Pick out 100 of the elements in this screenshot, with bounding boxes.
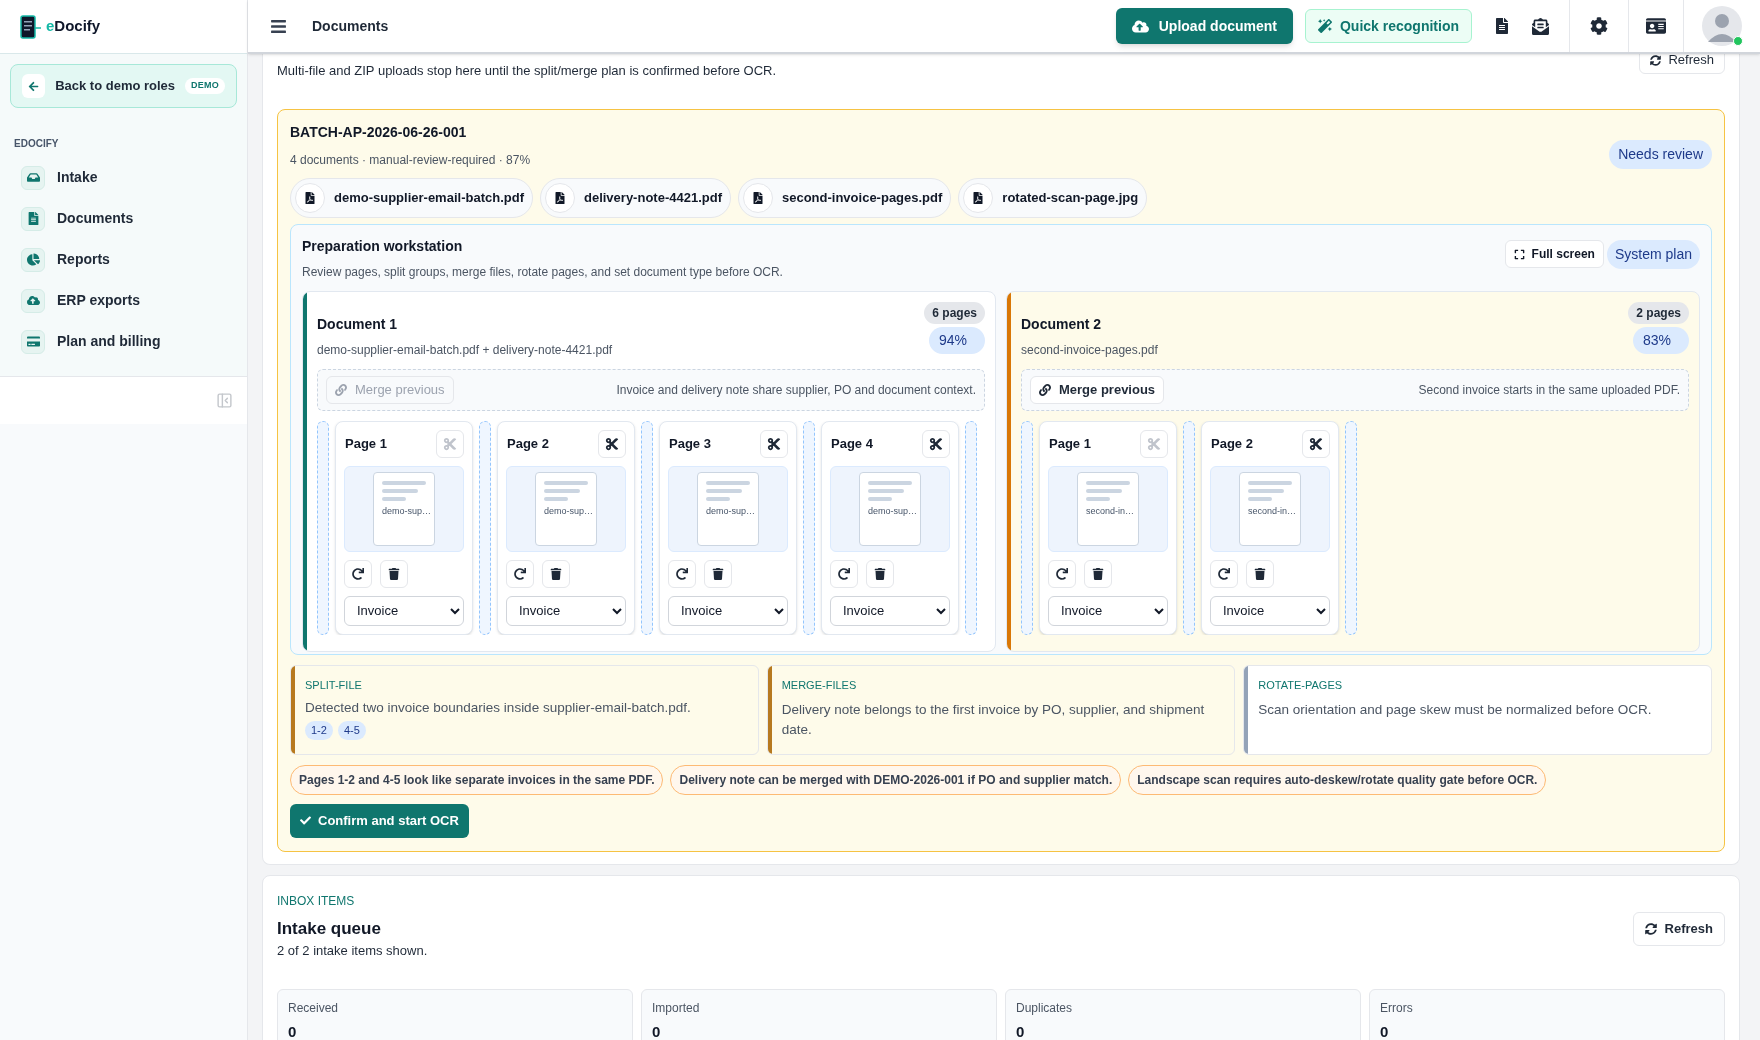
confirm-ocr-button[interactable]: Confirm and start OCR (290, 803, 469, 838)
rotate-button[interactable] (830, 559, 858, 588)
scissors-icon (929, 436, 943, 451)
page-range-tag: 4-5 (337, 721, 366, 740)
trash-icon (1254, 567, 1266, 580)
merge-note: Second invoice starts in the same uploaded PDF. (1418, 381, 1680, 399)
document-icon[interactable] (1494, 18, 1510, 34)
plan-badge: System plan (1606, 239, 1700, 269)
document-title: Document 1 (317, 314, 399, 334)
rotate-button[interactable] (506, 559, 534, 588)
rotate-button[interactable] (344, 559, 372, 588)
page-count-badge: 2 pages (1628, 301, 1689, 324)
page-label: Page 2 (1210, 434, 1253, 453)
quick-recognition-button[interactable]: Quick recognition (1305, 9, 1472, 43)
rotate-button[interactable] (1210, 559, 1238, 588)
pdf-file-icon (972, 191, 985, 204)
refresh-button[interactable]: Refresh (1632, 911, 1725, 946)
id-card-icon[interactable] (1646, 16, 1666, 36)
check-icon (300, 815, 311, 826)
document-sources: second-invoice-pages.pdf (1021, 341, 1158, 359)
trash-icon (550, 567, 562, 580)
document-type-select[interactable]: Invoice (668, 595, 788, 626)
full-screen-button[interactable]: Full screen (1504, 240, 1604, 268)
split-button[interactable] (1302, 429, 1330, 458)
refresh-icon (1650, 54, 1662, 66)
page-label: Page 3 (668, 434, 711, 453)
stat-value: 0 (1016, 1021, 1026, 1040)
refresh-button[interactable]: Refresh (1639, 54, 1725, 74)
delete-button[interactable] (704, 559, 732, 588)
document-type-select[interactable]: Invoice (830, 595, 950, 626)
document-type-select[interactable]: Invoice (1048, 595, 1168, 626)
confidence-badge: 94% (929, 326, 985, 354)
stat-label: Imported (652, 999, 701, 1017)
pdf-file-icon (751, 191, 764, 204)
section-title: Intake queue (277, 917, 382, 940)
menu-icon[interactable] (270, 17, 287, 35)
step-label: ROTATE-PAGES (1258, 677, 1344, 693)
status-badge: Needs review (1609, 139, 1712, 169)
scissors-icon (767, 436, 781, 451)
logo-icon (20, 14, 42, 39)
split-button[interactable] (598, 429, 626, 458)
back-to-demo-roles-button[interactable]: Back to demo roles DEMO (10, 64, 237, 108)
trash-icon (874, 567, 886, 580)
merge-previous-button[interactable]: Merge previous (1030, 375, 1165, 404)
brand-name: eDocify (46, 16, 101, 37)
split-button[interactable] (760, 429, 788, 458)
warning-chip: Pages 1-2 and 4-5 look like separate invoices in the same PDF. (290, 764, 664, 795)
pdf-file-icon (553, 191, 566, 204)
file-chip: demo-supplier-email-batch.pdf (290, 177, 533, 218)
nav-item[interactable]: Documents (10, 198, 237, 239)
page-label: Page 2 (506, 434, 549, 453)
scissors-icon (443, 436, 457, 451)
trash-icon (388, 567, 400, 580)
pie-chart-icon (26, 253, 40, 266)
envelope-icon[interactable] (1532, 17, 1549, 35)
rotate-icon (514, 567, 526, 580)
nav-item[interactable]: Reports (10, 239, 237, 280)
document-type-select[interactable]: Invoice (506, 595, 626, 626)
document-type-select[interactable]: Invoice (1210, 595, 1330, 626)
delete-button[interactable] (542, 559, 570, 588)
back-arrow-icon (28, 80, 40, 92)
upload-document-button[interactable]: Upload document (1115, 8, 1293, 44)
workstation-title: Preparation workstation (302, 236, 464, 256)
stat-label: Received (288, 999, 340, 1017)
demo-badge: DEMO (185, 78, 225, 94)
scissors-icon (1147, 436, 1161, 451)
rotate-icon (1218, 567, 1230, 580)
credit-card-icon (26, 335, 40, 348)
rotate-button[interactable] (668, 559, 696, 588)
stat-label: Errors (1380, 999, 1414, 1017)
pdf-file-icon (304, 191, 316, 204)
section-subtitle: 2 of 2 intake items shown. (277, 942, 428, 960)
expand-icon (1513, 248, 1525, 260)
delete-button[interactable] (1084, 559, 1112, 588)
document-sources: demo-supplier-email-batch.pdf + delivery-note-4421.pdf (317, 341, 613, 359)
page-label: Page 1 (344, 434, 387, 453)
document-icon (26, 212, 40, 225)
link-icon (1039, 383, 1051, 396)
nav-item[interactable]: ERP exports (10, 280, 237, 321)
delete-button[interactable] (866, 559, 894, 588)
page-title: Documents (312, 16, 389, 36)
file-chip: second-invoice-pages.pdf (737, 177, 952, 218)
inbox-icon (26, 171, 40, 184)
warning-chip: Delivery note can be merged with DEMO-2026-001 if PO and supplier match. (670, 764, 1122, 795)
nav-item[interactable]: Plan and billing (10, 321, 237, 362)
split-button[interactable] (922, 429, 950, 458)
document-type-select[interactable]: Invoice (344, 595, 464, 626)
page-label: Page 1 (1048, 434, 1091, 453)
settings-icon[interactable] (1590, 17, 1608, 35)
link-icon (335, 383, 347, 396)
file-chip: rotated-scan-page.jpg (958, 177, 1148, 218)
trash-icon (712, 567, 724, 580)
step-label: SPLIT-FILE (305, 677, 363, 693)
rotate-icon (838, 567, 850, 580)
delete-button[interactable] (1246, 559, 1274, 588)
nav-item[interactable]: Intake (10, 157, 237, 198)
rotate-button[interactable] (1048, 559, 1076, 588)
warning-chip: Landscape scan requires auto-deskew/rotate quality gate before OCR. (1128, 764, 1547, 795)
step-description: Delivery note belongs to the first invoice by PO, supplier, and shipment date. (781, 701, 1206, 739)
delete-button[interactable] (380, 559, 408, 588)
